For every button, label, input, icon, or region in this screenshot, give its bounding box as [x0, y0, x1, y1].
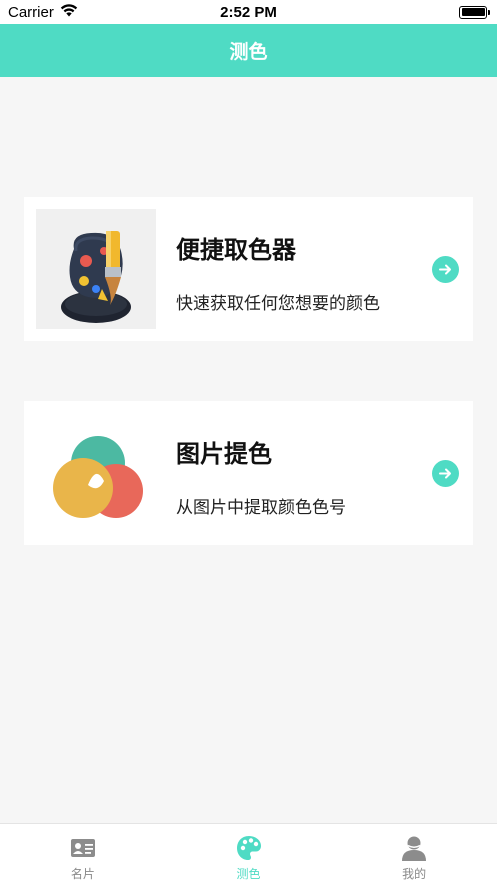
id-card-icon	[70, 835, 96, 861]
battery-icon	[459, 5, 490, 19]
page-title: 测色	[229, 41, 268, 63]
user-icon	[401, 835, 427, 861]
wifi-icon	[60, 3, 78, 21]
tab-label: 名片	[70, 867, 95, 881]
tab-bar: 名片 测色 我的	[0, 823, 497, 883]
arrow-right-icon[interactable]	[432, 256, 459, 283]
card-description: 快速获取任何您想要的颜色	[176, 294, 380, 314]
tab-color-test[interactable]: 测色	[166, 824, 332, 883]
palette-icon	[236, 835, 262, 861]
arrow-right-icon[interactable]	[432, 460, 459, 487]
card-title: 便捷取色器	[176, 236, 296, 264]
color-picker-card[interactable]: 便捷取色器 快速获取任何您想要的颜色	[24, 197, 473, 341]
tab-business-card[interactable]: 名片	[0, 824, 166, 883]
card-title: 图片提色	[176, 440, 272, 468]
tab-label: 测色	[236, 867, 261, 881]
carrier-label: Carrier	[8, 3, 54, 21]
tab-label: 我的	[402, 867, 427, 881]
status-bar: Carrier 2:52 PM	[0, 0, 497, 24]
nav-bar: 测色	[0, 24, 497, 77]
image-color-card[interactable]: 图片提色 从图片中提取颜色色号	[24, 401, 473, 545]
palette-brush-icon	[36, 209, 156, 329]
status-left: Carrier	[8, 4, 78, 21]
tab-profile[interactable]: 我的	[331, 824, 497, 883]
card-description: 从图片中提取颜色色号	[176, 498, 346, 518]
color-circles-icon	[36, 413, 156, 533]
